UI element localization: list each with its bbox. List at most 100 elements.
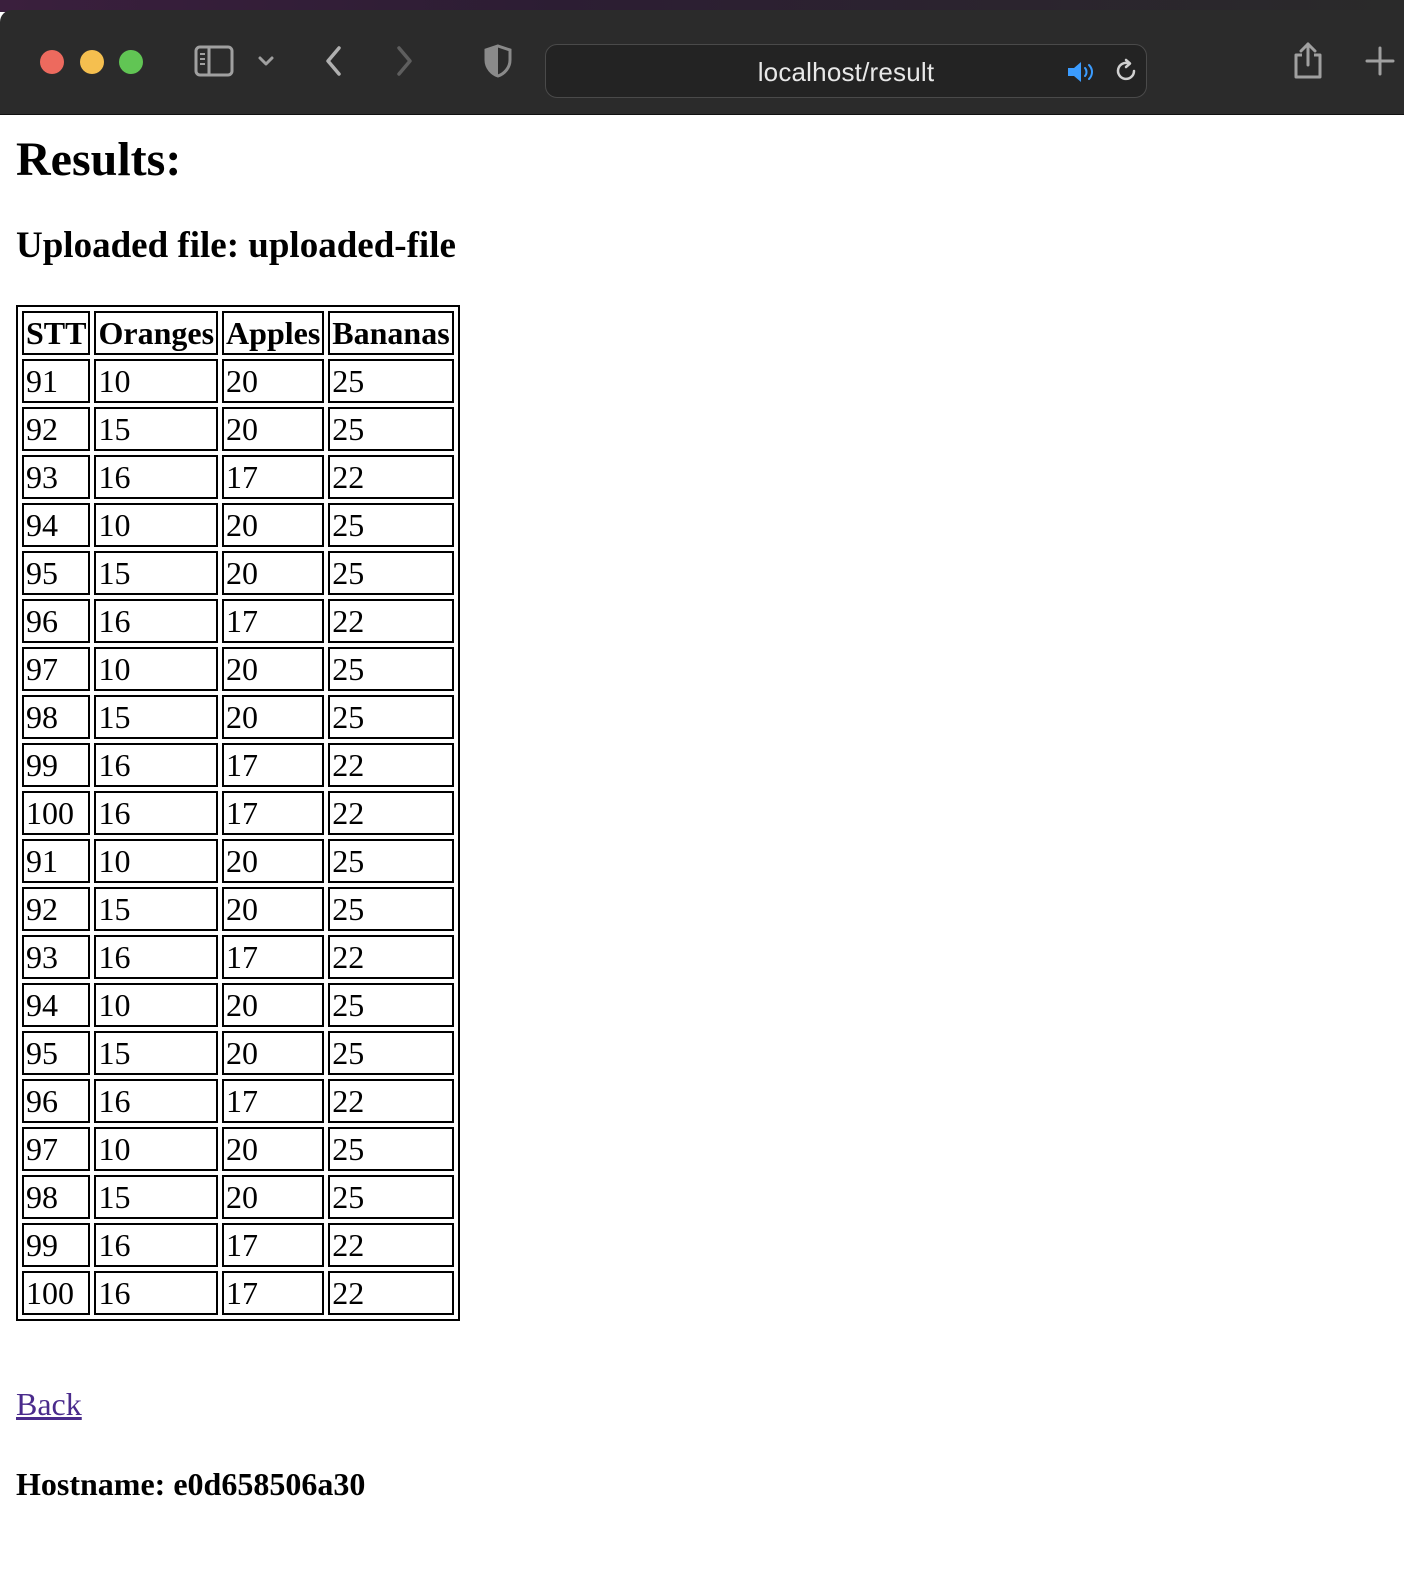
table-cell-stt: 98 bbox=[22, 1175, 91, 1219]
table-cell-oranges: 16 bbox=[94, 1079, 219, 1123]
table-cell-stt: 92 bbox=[22, 887, 91, 931]
table-cell-stt: 100 bbox=[22, 1271, 91, 1315]
table-cell-stt: 91 bbox=[22, 839, 91, 883]
table-cell-bananas: 25 bbox=[328, 887, 454, 931]
table-cell-apples: 17 bbox=[222, 1271, 325, 1315]
table-cell-oranges: 15 bbox=[94, 551, 219, 595]
table-cell-oranges: 10 bbox=[94, 359, 219, 403]
header-apples: Apples bbox=[222, 311, 325, 355]
table-row: 100 16 17 22 bbox=[22, 791, 454, 835]
header-bananas: Bananas bbox=[328, 311, 454, 355]
share-icon[interactable] bbox=[1288, 40, 1328, 82]
table-row: 95 15 20 25 bbox=[22, 1031, 454, 1075]
table-cell-bananas: 25 bbox=[328, 551, 454, 595]
chevron-down-icon[interactable] bbox=[252, 40, 280, 82]
table-cell-bananas: 22 bbox=[328, 1079, 454, 1123]
table-cell-stt: 94 bbox=[22, 503, 91, 547]
table-cell-oranges: 10 bbox=[94, 1127, 219, 1171]
table-cell-oranges: 16 bbox=[94, 743, 219, 787]
table-cell-bananas: 22 bbox=[328, 791, 454, 835]
address-bar[interactable]: localhost/result bbox=[545, 44, 1147, 98]
table-cell-oranges: 16 bbox=[94, 1223, 219, 1267]
table-row: 94 10 20 25 bbox=[22, 983, 454, 1027]
table-cell-stt: 92 bbox=[22, 407, 91, 451]
table-cell-oranges: 15 bbox=[94, 407, 219, 451]
table-cell-apples: 20 bbox=[222, 1175, 325, 1219]
new-tab-plus-icon[interactable] bbox=[1360, 40, 1400, 82]
close-window-button[interactable] bbox=[40, 50, 64, 74]
table-row: 93 16 17 22 bbox=[22, 455, 454, 499]
table-cell-oranges: 16 bbox=[94, 599, 219, 643]
hostname-prefix: Hostname: bbox=[16, 1466, 174, 1502]
speaker-icon[interactable] bbox=[1066, 59, 1096, 85]
table-cell-oranges: 16 bbox=[94, 1271, 219, 1315]
table-cell-bananas: 22 bbox=[328, 935, 454, 979]
table-row: 94 10 20 25 bbox=[22, 503, 454, 547]
privacy-shield-icon[interactable] bbox=[480, 40, 516, 82]
table-cell-apples: 17 bbox=[222, 743, 325, 787]
table-cell-stt: 100 bbox=[22, 791, 91, 835]
back-link[interactable]: Back bbox=[16, 1386, 82, 1423]
forward-arrow-icon[interactable] bbox=[388, 40, 420, 82]
uploaded-file-prefix: Uploaded file: bbox=[16, 225, 249, 266]
table-cell-bananas: 25 bbox=[328, 503, 454, 547]
table-cell-oranges: 16 bbox=[94, 791, 219, 835]
table-cell-bananas: 22 bbox=[328, 743, 454, 787]
back-arrow-icon[interactable] bbox=[318, 40, 350, 82]
table-row: 99 16 17 22 bbox=[22, 743, 454, 787]
table-cell-stt: 91 bbox=[22, 359, 91, 403]
table-cell-stt: 99 bbox=[22, 1223, 91, 1267]
table-cell-bananas: 25 bbox=[328, 647, 454, 691]
table-cell-stt: 96 bbox=[22, 599, 91, 643]
table-cell-bananas: 22 bbox=[328, 1223, 454, 1267]
table-cell-apples: 17 bbox=[222, 935, 325, 979]
table-cell-apples: 17 bbox=[222, 1223, 325, 1267]
table-cell-oranges: 15 bbox=[94, 695, 219, 739]
uploaded-file-name: uploaded-file bbox=[248, 225, 456, 266]
table-cell-oranges: 16 bbox=[94, 935, 219, 979]
table-cell-stt: 96 bbox=[22, 1079, 91, 1123]
table-row: 93 16 17 22 bbox=[22, 935, 454, 979]
table-cell-apples: 20 bbox=[222, 839, 325, 883]
table-cell-bananas: 25 bbox=[328, 407, 454, 451]
table-cell-stt: 98 bbox=[22, 695, 91, 739]
uploaded-file-heading: Uploaded file: uploaded-file bbox=[16, 224, 456, 267]
browser-toolbar: localhost/result bbox=[0, 10, 1404, 115]
table-cell-bananas: 25 bbox=[328, 1127, 454, 1171]
table-cell-oranges: 15 bbox=[94, 1031, 219, 1075]
table-row: 99 16 17 22 bbox=[22, 1223, 454, 1267]
table-row: 91 10 20 25 bbox=[22, 839, 454, 883]
table-cell-apples: 17 bbox=[222, 455, 325, 499]
table-cell-bananas: 25 bbox=[328, 359, 454, 403]
table-cell-apples: 17 bbox=[222, 791, 325, 835]
table-cell-apples: 17 bbox=[222, 1079, 325, 1123]
url-text[interactable]: localhost/result bbox=[546, 57, 1146, 88]
table-header-row: STT Oranges Apples Bananas bbox=[22, 311, 454, 355]
table-cell-apples: 17 bbox=[222, 599, 325, 643]
table-row: 97 10 20 25 bbox=[22, 1127, 454, 1171]
table-cell-stt: 97 bbox=[22, 1127, 91, 1171]
table-cell-oranges: 16 bbox=[94, 455, 219, 499]
zoom-window-button[interactable] bbox=[119, 50, 143, 74]
table-cell-apples: 20 bbox=[222, 407, 325, 451]
reload-icon[interactable] bbox=[1112, 57, 1140, 85]
table-cell-apples: 20 bbox=[222, 983, 325, 1027]
sidebar-toggle-icon[interactable] bbox=[192, 40, 236, 82]
table-row: 97 10 20 25 bbox=[22, 647, 454, 691]
table-cell-oranges: 10 bbox=[94, 839, 219, 883]
table-cell-stt: 97 bbox=[22, 647, 91, 691]
table-cell-bananas: 25 bbox=[328, 839, 454, 883]
table-cell-bananas: 22 bbox=[328, 455, 454, 499]
table-cell-apples: 20 bbox=[222, 503, 325, 547]
hostname-value: e0d658506a30 bbox=[173, 1466, 366, 1502]
table-cell-oranges: 10 bbox=[94, 503, 219, 547]
table-row: 96 16 17 22 bbox=[22, 599, 454, 643]
table-cell-stt: 93 bbox=[22, 455, 91, 499]
table-cell-apples: 20 bbox=[222, 1031, 325, 1075]
table-cell-apples: 20 bbox=[222, 1127, 325, 1171]
header-stt: STT bbox=[22, 311, 91, 355]
hostname-line: Hostname: e0d658506a30 bbox=[16, 1466, 365, 1503]
minimize-window-button[interactable] bbox=[80, 50, 104, 74]
page-title: Results: bbox=[16, 133, 182, 186]
table-cell-stt: 99 bbox=[22, 743, 91, 787]
